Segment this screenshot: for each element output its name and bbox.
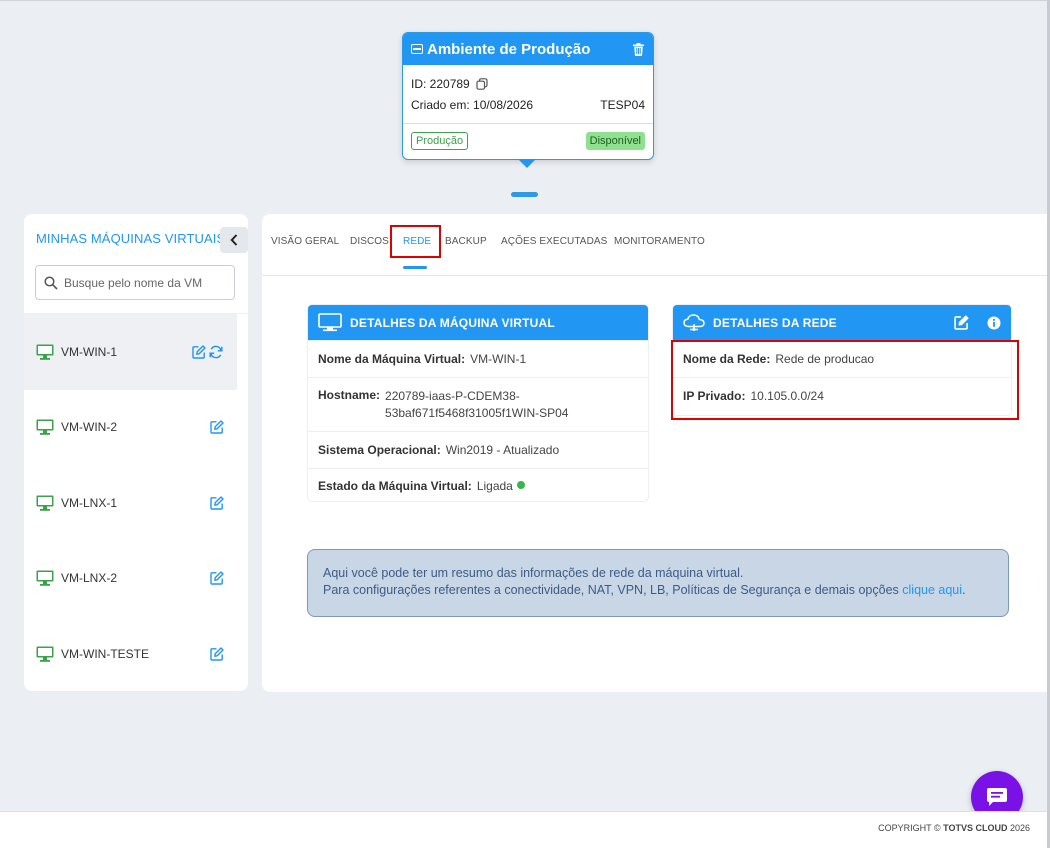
os-key: Sistema Operacional: <box>318 443 441 457</box>
page-footer: COPYRIGHT © TOTVS CLOUD 2026 <box>0 811 1050 848</box>
hostname-value-line1: 220789-iaas-P-CDEM38- <box>385 389 520 403</box>
vm-details-title: DETALHES DA MÁQUINA VIRTUAL <box>350 315 555 330</box>
monitor-icon <box>36 646 54 662</box>
vm-state-value: Ligada <box>476 479 513 493</box>
vm-detail-panel: VISÃO GERAL DISCOS REDE BACKUP AÇÕES EXE… <box>262 214 1050 692</box>
vm-sidebar: MINHAS MÁQUINAS VIRTUAIS VM-WIN-1 VM-WIN… <box>24 214 248 691</box>
tab-highlight-box <box>390 225 441 258</box>
edit-icon[interactable] <box>210 496 224 510</box>
environment-status-badge: Disponível <box>585 132 645 150</box>
tab-backup[interactable]: BACKUP <box>445 236 487 247</box>
copy-icon[interactable] <box>476 77 488 90</box>
os-row: Sistema Operacional: Win2019 - Atualizad… <box>308 431 648 468</box>
refresh-icon[interactable] <box>209 345 223 359</box>
sidebar-title: MINHAS MÁQUINAS VIRTUAIS <box>36 231 226 246</box>
vm-state-row: Estado da Máquina Virtual: Ligada <box>308 468 648 503</box>
environment-card-header: Ambiente de Produção <box>403 33 653 65</box>
window-top-border <box>0 0 1050 1</box>
edit-icon[interactable] <box>210 571 224 585</box>
copyright-prefix: COPYRIGHT © <box>878 823 941 833</box>
hostname-value-line2: 53baf671f5468f31005f1WIN-SP04 <box>385 406 569 420</box>
vm-list: VM-WIN-1 VM-WIN-2 VM-LNX-1 VM-LNX-2 VM-W… <box>24 313 248 683</box>
monitor-icon <box>36 495 54 511</box>
monitor-icon <box>36 419 54 436</box>
edit-icon[interactable] <box>192 345 206 359</box>
environment-card-pointer <box>518 159 536 168</box>
trash-icon[interactable] <box>631 42 645 56</box>
vm-name-key: Nome da Máquina Virtual: <box>318 352 466 366</box>
copyright-brand: TOTVS CLOUD <box>943 823 1008 833</box>
click-here-link[interactable]: clique aqui <box>902 583 962 597</box>
cloud-network-icon <box>683 313 705 331</box>
vm-state-key: Estado da Máquina Virtual: <box>318 479 472 493</box>
info-icon[interactable] <box>987 316 1001 330</box>
monitor-icon <box>36 570 54 587</box>
environment-created-date: Criado em: 10/08/2026 <box>411 97 534 112</box>
vm-name-row: Nome da Máquina Virtual: VM-WIN-1 <box>308 340 648 377</box>
os-value: Win2019 - Atualizado <box>445 443 560 457</box>
tab-bar: VISÃO GERAL DISCOS REDE BACKUP AÇÕES EXE… <box>262 214 1050 276</box>
tab-discos[interactable]: DISCOS <box>350 236 389 247</box>
chevron-left-icon <box>230 234 238 246</box>
monitor-icon <box>36 344 54 360</box>
vm-details-card: DETALHES DA MÁQUINA VIRTUAL Nome da Máqu… <box>307 304 649 502</box>
vm-details-header: DETALHES DA MÁQUINA VIRTUAL <box>308 305 648 340</box>
chat-icon <box>987 788 1007 806</box>
network-details-title: DETALHES DA REDE <box>713 315 837 330</box>
copyright-text: COPYRIGHT © TOTVS CLOUD 2026 <box>878 823 1030 833</box>
server-icon <box>411 44 423 54</box>
vm-list-item[interactable]: VM-LNX-2 <box>24 541 248 617</box>
vm-list-item[interactable]: VM-WIN-1 <box>24 314 237 390</box>
network-highlight-box <box>671 340 1019 420</box>
status-on-indicator <box>516 481 525 489</box>
vm-name-value: VM-WIN-1 <box>470 352 527 366</box>
environment-title: Ambiente de Produção <box>427 40 591 58</box>
copyright-year: 2026 <box>1009 823 1030 833</box>
environment-indicator <box>511 192 538 197</box>
info-period: . <box>962 583 966 597</box>
vm-list-item[interactable]: VM-WIN-2 <box>24 390 248 466</box>
environment-id: ID: 220789 <box>411 76 470 91</box>
tab-monitoramento[interactable]: MONITORAMENTO <box>614 236 705 247</box>
vm-search-input[interactable] <box>64 275 224 290</box>
search-icon <box>44 275 58 290</box>
vm-list-item[interactable]: VM-WIN-TESTE <box>24 616 248 692</box>
hostname-key: Hostname: <box>318 388 381 402</box>
active-tab-indicator <box>403 266 427 269</box>
environment-card[interactable]: Ambiente de Produção ID: 220789 Criado e… <box>402 32 654 160</box>
network-details-header: DETALHES DA REDE <box>673 305 1011 340</box>
monitor-icon <box>318 313 342 332</box>
edit-icon[interactable] <box>210 647 224 661</box>
info-text-line1: Aqui você pode ter um resumo das informa… <box>323 566 744 580</box>
edit-icon[interactable] <box>210 420 224 434</box>
tab-acoes-executadas[interactable]: AÇÕES EXECUTADAS <box>501 236 607 247</box>
environment-type-badge: Produção <box>411 132 469 150</box>
collapse-sidebar-button[interactable] <box>220 227 248 253</box>
tab-visao-geral[interactable]: VISÃO GERAL <box>271 236 339 247</box>
vm-search-box[interactable] <box>35 265 235 300</box>
hostname-row: Hostname: 220789-iaas-P-CDEM38- 53baf671… <box>308 377 648 431</box>
environment-code: TESP04 <box>600 97 645 112</box>
network-info-box: Aqui você pode ter um resumo das informa… <box>307 549 1009 617</box>
info-text-line2: Para configurações referentes a conectiv… <box>323 583 899 597</box>
edit-icon[interactable] <box>954 315 969 330</box>
vm-list-item[interactable]: VM-LNX-1 <box>24 465 248 541</box>
